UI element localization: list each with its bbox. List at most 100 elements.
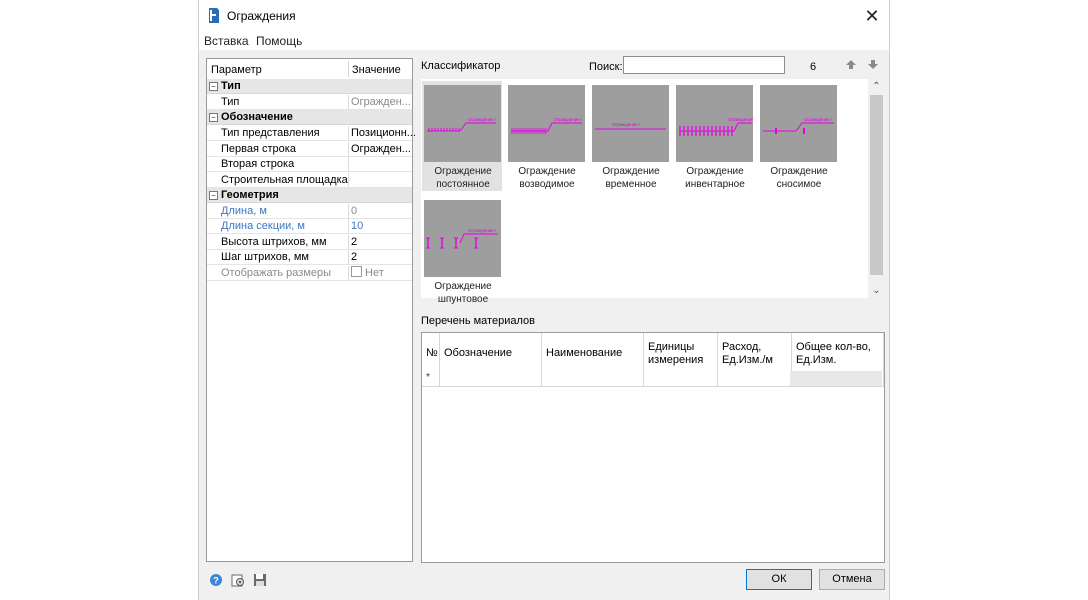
menu-insert[interactable]: Вставка	[204, 34, 249, 48]
column-header-line1: №	[426, 347, 438, 359]
checkbox-label: Нет	[365, 266, 384, 279]
svg-text:Ограждение !: Ограждение !	[468, 117, 496, 122]
column-header-line2: Ед.Изм./м	[722, 354, 773, 366]
gallery-scrollbar[interactable]: ⌃ ⌄	[868, 79, 885, 298]
scrollbar-thumb[interactable]	[870, 95, 883, 275]
param-value[interactable]: Нет	[348, 265, 415, 280]
param-name: Тип	[221, 96, 240, 108]
param-value[interactable]: 10	[348, 219, 415, 234]
param-name: Тип представления	[221, 127, 320, 140]
param-column-header: Параметр	[211, 64, 262, 76]
svg-text:Ограждение !: Ограждение !	[728, 117, 753, 122]
param-value[interactable]	[348, 172, 415, 187]
param-row[interactable]: Шаг штрихов, мм 2	[207, 250, 415, 266]
column-header-line1: Единицы	[648, 341, 695, 353]
move-down-icon[interactable]	[867, 58, 879, 70]
fence-sheet-pile-icon: Ограждение !	[424, 200, 501, 277]
param-category[interactable]: − Обозначение	[207, 110, 412, 126]
ok-button[interactable]: ОК	[746, 569, 812, 590]
classifier-item[interactable]: Ограждение ! Ограждение инвентарное	[674, 81, 754, 191]
svg-text:?: ?	[213, 576, 219, 586]
param-row[interactable]: Высота штрихов, мм 2	[207, 234, 415, 250]
column-header-line1: Общее кол-во,	[796, 341, 871, 353]
row-divider	[422, 386, 884, 387]
classifier-item-line1: Ограждение	[686, 166, 744, 177]
classifier-item-line1: Ограждение	[434, 281, 492, 292]
param-name: Высота штрихов, мм	[221, 235, 327, 248]
classifier-item-line2: постоянное	[436, 179, 490, 190]
cancel-button[interactable]: Отмена	[819, 569, 885, 590]
param-value[interactable]: 0	[348, 204, 415, 218]
fence-erected-icon: Ограждение !	[508, 85, 585, 162]
param-row[interactable]: Первая строка Огражден...	[207, 141, 415, 157]
param-category[interactable]: − Тип	[207, 79, 412, 94]
help-icon[interactable]: ?	[209, 573, 223, 587]
classifier-item-label: Ограждение постоянное	[422, 165, 504, 191]
category-label: Тип	[221, 80, 241, 92]
param-row[interactable]: Тип представления Позиционн...	[207, 126, 415, 142]
search-label: Поиск:	[589, 61, 623, 73]
svg-text:Ограждение !: Ограждение !	[804, 117, 832, 122]
classifier-item[interactable]: Ограждение ! Ограждение постоянное	[422, 81, 502, 191]
column-header-label: Расход, Ед.Изм./м	[722, 341, 773, 367]
param-grid-header: Параметр Значение	[207, 59, 412, 79]
search-input[interactable]	[623, 56, 785, 74]
menu-bar: Вставка Помощь	[199, 32, 889, 50]
column-header-line2: измерения	[648, 354, 704, 366]
settings-icon[interactable]	[231, 573, 245, 587]
collapse-icon[interactable]: −	[209, 82, 218, 91]
menu-help[interactable]: Помощь	[256, 34, 302, 48]
collapse-icon[interactable]: −	[209, 113, 218, 123]
classifier-item[interactable]: Ограждение ! Ограждение сносимое	[758, 81, 838, 191]
column-header-label: Наименование	[546, 347, 622, 360]
classifier-item-line1: Ограждение	[434, 166, 492, 177]
param-row[interactable]: Тип Огражден...	[207, 95, 412, 110]
column-header-label: Единицы измерения	[648, 341, 703, 367]
classifier-item[interactable]: Ограждение ! Ограждение возводимое	[506, 81, 586, 191]
classifier-item-label: Ограждение сносимое	[758, 165, 840, 191]
param-value[interactable]: 2	[348, 234, 415, 249]
move-up-icon[interactable]	[845, 58, 857, 70]
new-row-marker: *	[426, 372, 430, 383]
param-row[interactable]: Строительная площадка	[207, 172, 415, 188]
collapse-icon[interactable]: −	[209, 191, 218, 200]
column-divider[interactable]	[348, 61, 349, 77]
chevron-down-icon[interactable]: ⌄	[868, 285, 885, 296]
column-header-line2: Ед.Изм.	[796, 354, 837, 366]
classifier-item-label: Ограждение инвентарное	[674, 165, 756, 191]
save-icon[interactable]	[253, 573, 267, 587]
param-row[interactable]: Отображать размеры Нет	[207, 265, 415, 281]
chevron-up-icon[interactable]: ⌃	[868, 81, 885, 92]
fence-inventory-icon: Ограждение !	[676, 85, 753, 162]
classifier-label: Классификатор	[421, 60, 501, 72]
app-icon	[209, 8, 219, 23]
close-icon: ✕	[864, 5, 880, 26]
new-row[interactable]: *	[422, 371, 884, 386]
param-value[interactable]: 2	[348, 250, 415, 265]
param-name: Строительная площадка	[221, 173, 348, 186]
param-category[interactable]: − Геометрия	[207, 188, 412, 203]
category-label: Обозначение	[221, 111, 293, 124]
param-name: Отображать размеры	[221, 266, 332, 279]
column-header-label: №	[426, 347, 438, 360]
column-header-label: Обозначение	[444, 347, 512, 360]
svg-text:Ограждение !: Ограждение !	[612, 122, 640, 127]
param-value[interactable]: Огражден...	[348, 141, 415, 156]
param-value[interactable]: Огражден...	[348, 95, 415, 109]
fence-permanent-icon: Ограждение !	[424, 85, 501, 162]
param-row[interactable]: Длина секции, м 10	[207, 219, 415, 235]
classifier-item-line2: инвентарное	[685, 179, 745, 190]
classifier-item[interactable]: Ограждение ! Ограждение шпунтовое	[422, 196, 502, 306]
classifier-item-line1: Ограждение	[770, 166, 828, 177]
close-button[interactable]: ✕	[855, 0, 889, 32]
new-row-cell[interactable]	[790, 371, 882, 386]
checkbox[interactable]	[351, 265, 362, 277]
classifier-item[interactable]: Ограждение ! Ограждение временное	[590, 81, 670, 191]
param-row[interactable]: Вторая строка	[207, 157, 415, 173]
classifier-item-label: Ограждение возводимое	[506, 165, 588, 191]
result-count: 6	[810, 61, 817, 73]
param-value[interactable]	[348, 157, 415, 172]
param-row[interactable]: Длина, м 0	[207, 204, 412, 219]
param-value[interactable]: Позиционн...	[348, 126, 415, 141]
column-header-line1: Обозначение	[444, 347, 513, 359]
